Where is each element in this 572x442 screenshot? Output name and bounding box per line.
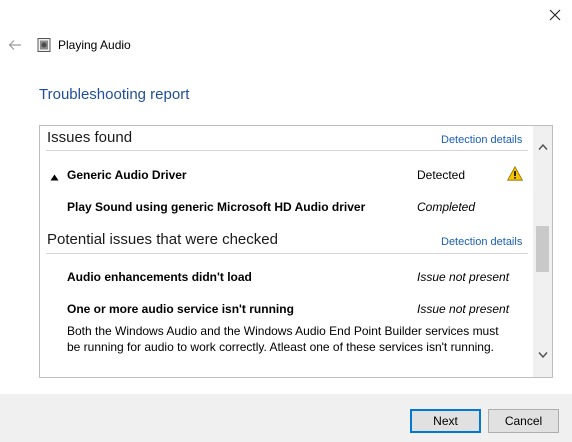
expand-triangle-icon[interactable] [50, 170, 59, 184]
issue-status: Detected [417, 168, 466, 182]
speaker-app-icon [37, 38, 51, 52]
issue-subitem-name: Play Sound using generic Microsoft HD Au… [67, 200, 366, 214]
warning-icon [506, 165, 524, 184]
potential-issues-detection-details-link[interactable]: Detection details [441, 236, 522, 248]
cancel-button[interactable]: Cancel [488, 409, 559, 433]
close-icon [549, 9, 561, 21]
next-button[interactable]: Next [410, 409, 481, 433]
scroll-down-button[interactable] [533, 346, 552, 364]
potential-issues-title: Potential issues that were checked [47, 231, 278, 248]
page-title: Troubleshooting report [39, 86, 190, 103]
close-button[interactable] [540, 2, 570, 28]
issues-found-detection-details-link[interactable]: Detection details [441, 134, 522, 146]
issues-found-title: Issues found [47, 129, 133, 146]
checked-issue-status: Issue not present [417, 302, 510, 316]
dialog-footer: Next Cancel [0, 394, 572, 442]
checked-issue-status: Issue not present [417, 270, 510, 284]
issue-name[interactable]: Generic Audio Driver [67, 168, 187, 182]
chevron-up-icon [538, 144, 548, 150]
window-title: Playing Audio [58, 38, 131, 52]
vertical-scrollbar[interactable] [533, 126, 552, 377]
section-divider [46, 253, 528, 254]
issue-subitem-status: Completed [417, 200, 476, 214]
checked-issue-name: Audio enhancements didn't load [67, 270, 252, 284]
checked-issue-name: One or more audio service isn't running [67, 302, 294, 316]
back-button[interactable] [4, 34, 26, 56]
back-arrow-icon [8, 40, 21, 50]
scroll-up-button[interactable] [533, 138, 552, 156]
scroll-thumb[interactable] [536, 226, 549, 272]
checked-issue-description: Both the Windows Audio and the Windows A… [67, 324, 499, 354]
chevron-down-icon [538, 352, 548, 358]
report-panel: Issues found Detection details Generic A… [39, 125, 553, 378]
section-divider [46, 150, 528, 151]
